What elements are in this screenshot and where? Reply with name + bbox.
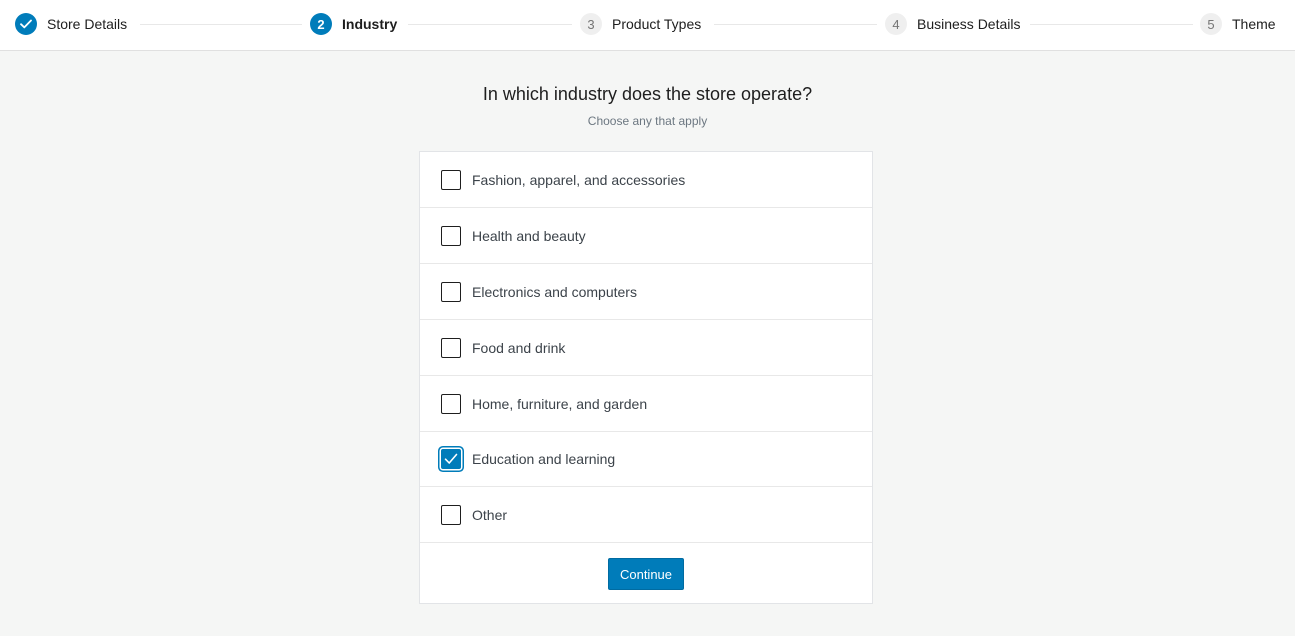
step-industry[interactable]: 2 Industry bbox=[310, 13, 397, 35]
option-label: Food and drink bbox=[472, 339, 566, 356]
continue-button[interactable]: Continue bbox=[607, 558, 685, 590]
step-connector bbox=[714, 24, 877, 25]
page-title: In which industry does the store operate… bbox=[482, 84, 813, 104]
option-label: Other bbox=[472, 506, 508, 523]
step-label: Business Details bbox=[917, 16, 1021, 32]
checkbox[interactable] bbox=[441, 169, 461, 190]
option-label: Fashion, apparel, and accessories bbox=[472, 171, 686, 188]
option-fashion[interactable]: Fashion, apparel, and accessories bbox=[420, 152, 872, 208]
option-label: Electronics and computers bbox=[472, 283, 637, 300]
step-theme[interactable]: 5 Theme bbox=[1200, 13, 1276, 35]
step-number: 3 bbox=[580, 13, 602, 35]
check-icon bbox=[15, 13, 37, 35]
checkmark-icon bbox=[444, 453, 458, 464]
step-connector bbox=[408, 24, 572, 25]
checkbox[interactable] bbox=[441, 393, 461, 414]
card-footer: Continue bbox=[420, 543, 872, 603]
step-connector bbox=[1030, 24, 1193, 25]
page-subtitle: Choose any that apply bbox=[587, 114, 708, 128]
option-label: Home, furniture, and garden bbox=[472, 395, 648, 412]
step-connector bbox=[140, 24, 302, 25]
checkbox[interactable] bbox=[441, 504, 461, 525]
option-food-drink[interactable]: Food and drink bbox=[420, 320, 872, 376]
option-other[interactable]: Other bbox=[420, 487, 872, 543]
step-number: 2 bbox=[310, 13, 332, 35]
industry-options-card: Fashion, apparel, and accessories Health… bbox=[419, 151, 873, 604]
checkbox[interactable] bbox=[441, 281, 461, 302]
checkbox[interactable] bbox=[441, 225, 461, 246]
step-label: Product Types bbox=[612, 16, 702, 32]
step-business-details[interactable]: 4 Business Details bbox=[885, 13, 1021, 35]
option-education[interactable]: Education and learning bbox=[420, 432, 872, 487]
option-label: Health and beauty bbox=[472, 227, 586, 244]
step-store-details[interactable]: Store Details bbox=[15, 13, 127, 35]
option-health-beauty[interactable]: Health and beauty bbox=[420, 208, 872, 264]
step-label: Industry bbox=[342, 16, 398, 32]
step-number: 4 bbox=[885, 13, 907, 35]
step-label: Store Details bbox=[47, 16, 128, 32]
step-number: 5 bbox=[1200, 13, 1222, 35]
checkbox-checked[interactable] bbox=[441, 449, 461, 469]
step-product-types[interactable]: 3 Product Types bbox=[580, 13, 701, 35]
step-label: Theme bbox=[1232, 16, 1276, 32]
option-label: Education and learning bbox=[472, 451, 616, 467]
checkbox[interactable] bbox=[441, 337, 461, 358]
setup-stepper: Store Details 2 Industry 3 Product Types… bbox=[0, 0, 1295, 51]
option-electronics[interactable]: Electronics and computers bbox=[420, 264, 872, 320]
option-home-garden[interactable]: Home, furniture, and garden bbox=[420, 376, 872, 432]
